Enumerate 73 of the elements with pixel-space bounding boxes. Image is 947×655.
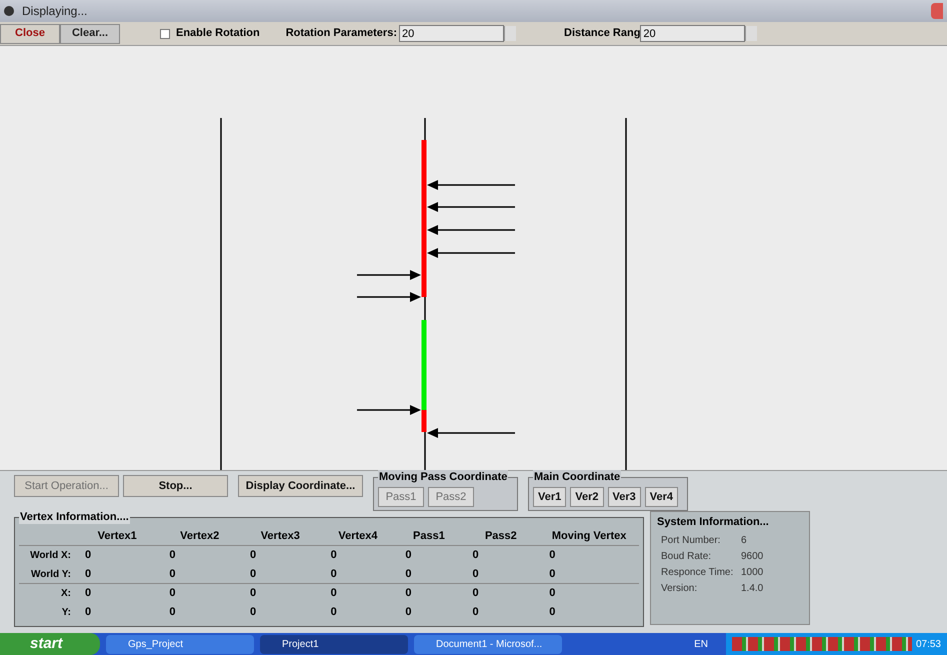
column-header: Vertex3 [260, 529, 301, 544]
panel-title: Vertex Information.... [19, 510, 130, 524]
group-title: Moving Pass Coordinate [378, 470, 508, 484]
checkbox[interactable] [160, 28, 170, 38]
language-indicator: EN [694, 638, 708, 652]
table-cell-text: 0 [330, 568, 337, 580]
info-value: 6 [741, 534, 747, 548]
table-cell-text: 0 [548, 568, 556, 580]
column-header: Vertex1 [96, 529, 138, 544]
table-cell-text: 0 [548, 606, 556, 618]
rotation-parameters-field[interactable]: 20 [399, 25, 504, 42]
vertex-button[interactable]: Ver3 [608, 487, 641, 507]
rotation-parameters-label: Rotation Parameters: [286, 26, 397, 42]
start-button[interactable]: start [0, 633, 100, 655]
table-cell-text: 0 [84, 587, 92, 600]
close-button[interactable]: Close [0, 24, 60, 44]
taskbar-button[interactable]: Project1 [260, 634, 408, 654]
table-cell-text: 0 [248, 606, 256, 618]
clear-button[interactable]: Clear... [60, 24, 120, 44]
column-header: Moving Vertex [550, 529, 628, 544]
table-cell-text: 0 [472, 549, 479, 562]
table-cell-text: 0 [168, 549, 176, 562]
app-icon [4, 6, 14, 16]
close-window-icon[interactable] [931, 3, 943, 19]
vertex-button[interactable]: Ver2 [570, 487, 604, 507]
column-header: Pass2 [484, 529, 518, 544]
table-cell-text: 0 [472, 568, 479, 580]
row-label: World X: [30, 549, 71, 563]
table-cell-text: 0 [404, 587, 412, 600]
table-cell-text: 0 [330, 606, 337, 618]
table-cell-text: 0 [84, 549, 92, 562]
info-label: Port Number: [661, 534, 722, 548]
distance-range-label: Distance Rang [564, 26, 640, 42]
table-cell-text: 0 [168, 587, 176, 600]
table-cell-text: 0 [548, 549, 556, 562]
info-label: Version: [661, 582, 698, 596]
clock: 07:53 [916, 638, 941, 652]
table-cell-text: 0 [472, 606, 479, 618]
table-cell-text: 0 [404, 549, 412, 562]
table-cell-text: 0 [248, 549, 256, 562]
info-value: 1000 [741, 566, 764, 580]
table-cell-text: 0 [472, 587, 479, 600]
table-cell-text: 0 [248, 587, 256, 600]
table-cell-text: 0 [84, 606, 92, 618]
column-header: Vertex4 [337, 529, 379, 544]
display-coordinate-button[interactable]: Display Coordinate... [238, 475, 363, 497]
taskbar-button[interactable]: Gps_Project [106, 634, 254, 654]
taskbar-button[interactable]: Document1 - Microsof... [414, 634, 562, 654]
panel-title: System Information... [657, 515, 770, 530]
table-cell-text: 0 [404, 606, 412, 618]
table-cell-text: 0 [330, 587, 337, 600]
table-cell-text: 0 [548, 587, 556, 600]
info-label: Boud Rate: [661, 550, 712, 564]
info-value: 1.4.0 [741, 582, 764, 596]
row-label: Y: [62, 606, 71, 620]
table-cell-text: 0 [84, 568, 92, 580]
window-title: Displaying... [22, 3, 88, 20]
table-cell-text: 0 [168, 568, 176, 580]
row-label: World Y: [31, 568, 71, 582]
distance-range-field[interactable]: 20 [640, 25, 746, 42]
enable-rotation-checkbox[interactable]: Enable Rotation [160, 25, 260, 42]
vertex-button[interactable]: Ver1 [533, 487, 566, 507]
stop-button[interactable]: Stop... [123, 475, 228, 497]
row-label: X: [61, 587, 71, 601]
table-cell-text: 0 [330, 549, 337, 562]
column-header: Vertex2 [179, 529, 220, 544]
table-cell-text: 0 [168, 606, 176, 618]
info-value: 9600 [741, 550, 764, 564]
table-cell-text: 0 [404, 568, 412, 580]
vertex-button[interactable]: Ver4 [644, 487, 678, 507]
column-header: Pass1 [412, 529, 446, 544]
info-label: Responce Time: [661, 566, 734, 580]
table-cell-text: 0 [248, 568, 256, 580]
